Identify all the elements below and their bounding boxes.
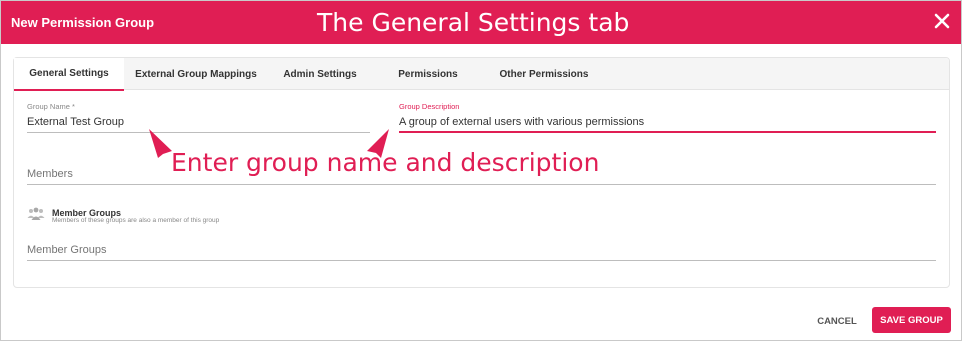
header-annotation: The General Settings tab xyxy=(317,8,630,37)
close-icon[interactable] xyxy=(933,12,951,30)
tab-bar: General Settings External Group Mappings… xyxy=(14,58,949,91)
group-name-label: Group Name * xyxy=(27,102,75,111)
member-groups-field[interactable]: Member Groups xyxy=(27,242,936,262)
group-description-value[interactable]: A group of external users with various p… xyxy=(399,116,644,128)
save-group-button[interactable]: SAVE GROUP xyxy=(872,307,951,333)
cancel-button[interactable]: CANCEL xyxy=(807,309,867,333)
members-placeholder: Members xyxy=(27,168,73,180)
member-groups-description: Members of these groups are also a membe… xyxy=(52,217,220,224)
group-description-underline xyxy=(399,131,936,133)
dialog-header: New Permission Group The General Setting… xyxy=(1,1,961,44)
member-groups-underline xyxy=(27,260,936,261)
permission-group-dialog: New Permission Group The General Setting… xyxy=(0,0,962,341)
tab-external-group-mappings[interactable]: External Group Mappings xyxy=(130,58,262,90)
members-underline xyxy=(27,184,936,185)
tab-admin-settings[interactable]: Admin Settings xyxy=(278,58,362,90)
member-groups-placeholder: Member Groups xyxy=(27,244,107,256)
group-description-field[interactable]: Group Description A group of external us… xyxy=(399,102,936,134)
annotation-text: Enter group name and description xyxy=(171,148,600,177)
tab-permissions[interactable]: Permissions xyxy=(392,58,464,90)
group-icon xyxy=(27,207,45,220)
tab-general-settings[interactable]: General Settings xyxy=(14,58,124,91)
tab-other-permissions[interactable]: Other Permissions xyxy=(494,58,594,90)
group-name-underline xyxy=(27,132,370,133)
group-description-label: Group Description xyxy=(399,102,460,111)
group-name-value[interactable]: External Test Group xyxy=(27,116,124,128)
dialog-title: New Permission Group xyxy=(11,15,155,30)
group-name-field[interactable]: Group Name * External Test Group xyxy=(27,102,370,134)
